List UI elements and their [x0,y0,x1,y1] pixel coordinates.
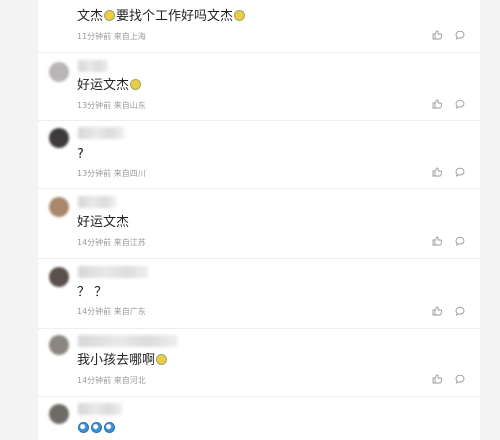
comment-text [77,421,116,437]
comment-list: 文杰 要找个工作好吗文杰 11分钟前 来自上海 好运文杰 13分钟前 来自山东 ?… [38,0,480,440]
comment-time: 13分钟前 [77,169,112,178]
comment-time: 13分钟前 [77,101,112,110]
comment-bubble-icon[interactable] [455,306,465,316]
comment-meta: 13分钟前 来自山东 [77,100,146,111]
comment-time: 14分钟前 [77,307,112,316]
comment-text-part: ? [77,147,84,162]
comment-bubble-icon[interactable] [455,374,465,384]
grin-emoji-icon [156,354,168,365]
comment-time: 14分钟前 [77,238,112,247]
comment-text-part: 要找个工作好吗文杰 [116,9,234,24]
user-name-blurred[interactable] [78,266,148,278]
comment-text: 我小孩去哪啊 [77,353,168,369]
thumbs-up-icon[interactable] [432,167,442,177]
thumbs-up-icon[interactable] [432,30,442,40]
comment-text: 好运文杰 [77,215,129,231]
comment-text: ？ ？ [77,285,107,301]
blue-emoji-icon [78,422,89,433]
thumbs-up-icon[interactable] [432,236,442,246]
comment-meta: 11分钟前 来自上海 [77,31,146,42]
comment-item: ? 13分钟前 来自四川 [38,120,480,189]
comment-time: 14分钟前 [77,376,112,385]
comment-bubble-icon[interactable] [455,30,465,40]
user-name-blurred[interactable] [78,60,108,72]
comment-text: 文杰 要找个工作好吗文杰 [77,9,246,25]
comment-bubble-icon[interactable] [455,236,465,246]
user-name-blurred[interactable] [78,127,124,139]
blue-emoji-icon [104,422,115,433]
avatar[interactable] [49,62,69,82]
avatar[interactable] [49,404,69,424]
thumbs-up-icon[interactable] [432,374,442,384]
comment-bubble-icon[interactable] [455,99,465,109]
user-name-blurred[interactable] [78,335,178,347]
comment-text: ? [77,147,84,163]
thumbs-up-icon[interactable] [432,306,442,316]
comment-text-part: 文杰 [77,9,104,24]
comment-item: 文杰 要找个工作好吗文杰 11分钟前 来自上海 [38,0,480,53]
comment-meta: 13分钟前 来自四川 [77,168,146,179]
comment-item: 好运文杰 14分钟前 来自江苏 [38,188,480,259]
comment-location: 来自河北 [113,376,146,385]
comment-meta: 14分钟前 来自江苏 [77,237,146,248]
comment-location: 来自上海 [113,32,146,41]
comment-location: 来自广东 [113,307,146,316]
avatar[interactable] [49,197,69,217]
comment-item [38,396,480,440]
comment-text: 好运文杰 [77,78,142,94]
comment-meta: 14分钟前 来自广东 [77,306,146,317]
comment-location: 来自山东 [113,101,146,110]
comment-time: 11分钟前 [77,32,112,41]
grin-emoji-icon [234,10,246,21]
comment-item: 好运文杰 13分钟前 来自山东 [38,52,480,121]
comment-location: 来自江苏 [113,238,146,247]
comment-text-part: 我小孩去哪啊 [77,353,156,368]
avatar[interactable] [49,335,69,355]
blue-emoji-icon [91,422,102,433]
comment-item: ？ ？ 14分钟前 来自广东 [38,258,480,329]
avatar[interactable] [49,128,69,148]
comment-text-part: 好运文杰 [77,215,130,230]
grin-emoji-icon [130,79,142,90]
comment-text-part: 好运文杰 [77,78,130,93]
comment-location: 来自四川 [113,169,146,178]
comment-text-part: ？ ？ [77,285,108,300]
user-name-blurred[interactable] [78,403,122,415]
comment-item: 我小孩去哪啊 14分钟前 来自河北 [38,328,480,397]
comment-meta: 14分钟前 来自河北 [77,375,146,386]
grin-emoji-icon [104,10,116,21]
comment-bubble-icon[interactable] [455,167,465,177]
thumbs-up-icon[interactable] [432,99,442,109]
avatar[interactable] [49,267,69,287]
user-name-blurred[interactable] [78,196,116,208]
